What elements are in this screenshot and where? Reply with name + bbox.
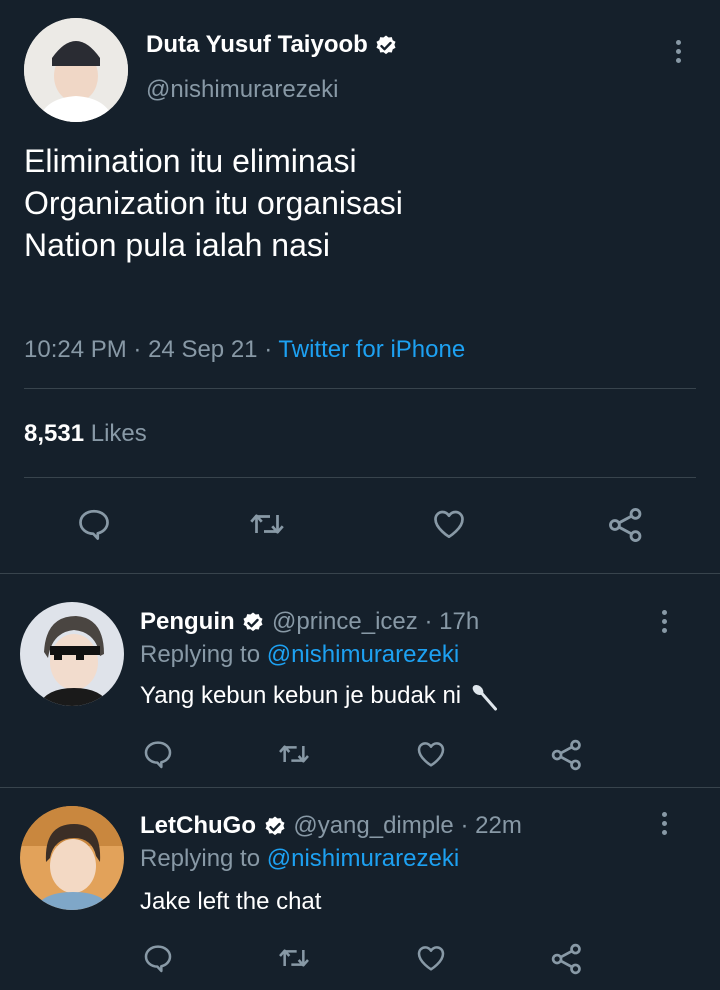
retweet-icon[interactable]	[276, 738, 312, 770]
verified-badge-icon	[243, 612, 263, 631]
divider	[24, 388, 696, 389]
spoon-icon	[472, 684, 497, 711]
tweet-line: Organization itu organisasi	[24, 185, 403, 221]
replying-to-link[interactable]: @nishimurarezeki	[267, 641, 459, 668]
like-icon[interactable]	[414, 738, 448, 770]
tweet-source-link[interactable]: Twitter for iPhone	[278, 336, 465, 363]
reply-avatar[interactable]	[20, 806, 124, 910]
avatar-photo	[24, 18, 128, 122]
reply-age: 17h	[439, 608, 480, 635]
reply-author-name[interactable]: Penguin	[140, 608, 235, 635]
reply-text: Yang kebun kebun je budak ni	[140, 680, 500, 713]
reply-author-handle[interactable]: @yang_dimple	[293, 812, 453, 839]
tweet-meta: 10:24 PM · 24 Sep 21 · Twitter for iPhon…	[24, 336, 466, 363]
reply-icon[interactable]	[142, 738, 174, 770]
reply-author-name[interactable]: LetChuGo	[140, 812, 256, 839]
share-icon[interactable]	[550, 738, 584, 772]
reply-avatar[interactable]	[20, 602, 124, 706]
reply-author-handle[interactable]: @prince_icez	[272, 608, 418, 635]
reply-icon[interactable]	[142, 942, 174, 974]
divider	[24, 477, 696, 478]
reply-icon[interactable]	[76, 506, 112, 542]
more-options-icon[interactable]	[662, 610, 670, 637]
tweet-text: Elimination itu eliminasi Organization i…	[24, 140, 403, 266]
reply-text: Jake left the chat	[140, 888, 322, 915]
likes-label: Likes	[90, 420, 147, 447]
share-icon[interactable]	[550, 942, 584, 976]
tweet-line: Elimination itu eliminasi	[24, 143, 357, 179]
tweet-date[interactable]: 24 Sep 21	[148, 336, 257, 363]
author-name[interactable]: Duta Yusuf Taiyoob	[146, 31, 368, 58]
replying-to: Replying to @nishimurarezeki	[140, 845, 460, 872]
avatar-photo	[20, 806, 124, 910]
divider	[0, 573, 720, 574]
share-icon[interactable]	[607, 506, 645, 544]
replying-to: Replying to @nishimurarezeki	[140, 641, 460, 668]
likes-count: 8,531	[24, 420, 85, 447]
likes-stat[interactable]: 8,531 Likes	[24, 418, 147, 450]
like-icon[interactable]	[414, 942, 448, 974]
retweet-icon[interactable]	[247, 506, 287, 542]
tweet-line: Nation pula ialah nasi	[24, 227, 330, 263]
more-options-icon[interactable]	[676, 40, 684, 67]
retweet-icon[interactable]	[276, 942, 312, 974]
verified-badge-icon	[376, 35, 396, 54]
avatar-photo	[20, 602, 124, 706]
author-avatar[interactable]	[24, 18, 128, 122]
divider	[0, 787, 720, 788]
reply-age: 22m	[475, 812, 522, 839]
verified-badge-icon	[265, 816, 285, 835]
like-icon[interactable]	[430, 506, 468, 542]
more-options-icon[interactable]	[662, 812, 670, 839]
author-handle[interactable]: @nishimurarezeki	[146, 76, 338, 104]
replying-to-link[interactable]: @nishimurarezeki	[267, 845, 459, 872]
tweet-time[interactable]: 10:24 PM	[24, 336, 127, 363]
